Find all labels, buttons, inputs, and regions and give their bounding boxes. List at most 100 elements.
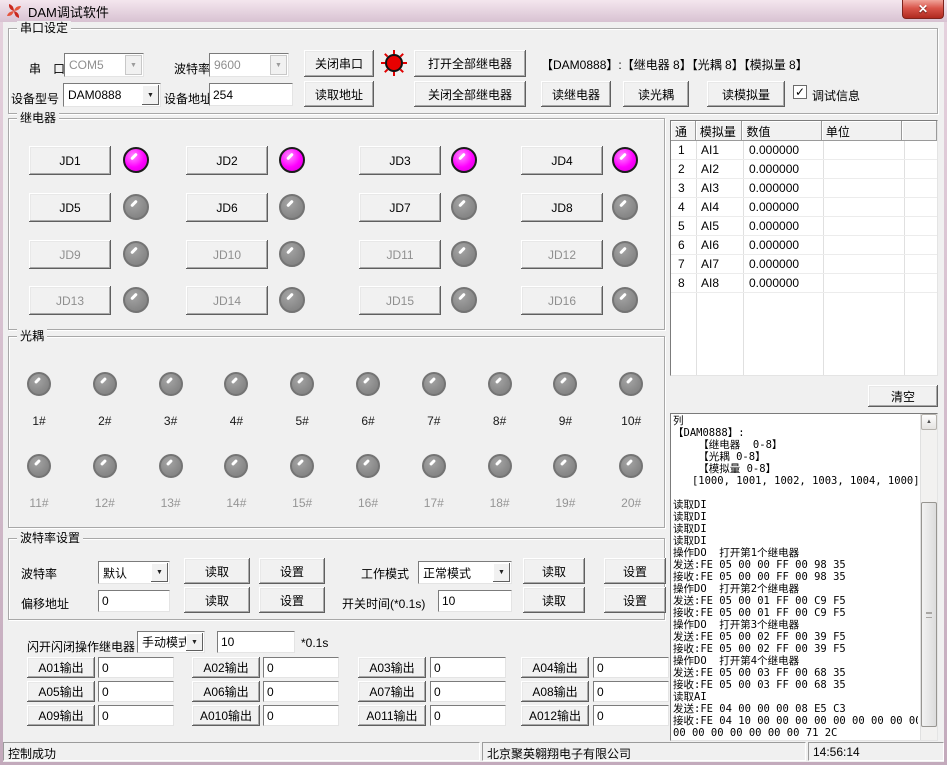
opto-label-1: 1# xyxy=(19,414,59,428)
ao-output-input-a03[interactable] xyxy=(430,657,506,678)
ao-output-button-a07[interactable]: A07输出 xyxy=(358,681,426,702)
ao-output-input-a01[interactable] xyxy=(98,657,174,678)
port-value: COM5 xyxy=(69,58,104,72)
device-model-combobox[interactable]: DAM0888 ▼ xyxy=(63,83,161,107)
ao-output-button-a06[interactable]: A06输出 xyxy=(192,681,260,702)
relay-led-9 xyxy=(123,241,149,267)
ao-output-input-a07[interactable] xyxy=(430,681,506,702)
opto-label-15: 15# xyxy=(282,496,322,510)
workmode-set-button[interactable]: 设置 xyxy=(604,558,666,584)
table-row[interactable]: 7AI70.000000 xyxy=(671,255,937,274)
relay-button-jd9[interactable]: JD9 xyxy=(29,240,111,269)
col-header-analog[interactable]: 模拟量 xyxy=(696,121,743,141)
log-scrollbar[interactable]: ▲ xyxy=(920,414,937,740)
baudrate-value: 9600 xyxy=(214,58,241,72)
opto-label-9: 9# xyxy=(545,414,585,428)
chevron-down-icon[interactable]: ▼ xyxy=(142,85,159,105)
device-address-input[interactable] xyxy=(209,83,293,106)
relay-button-jd2[interactable]: JD2 xyxy=(186,146,268,175)
relay-button-jd14[interactable]: JD14 xyxy=(186,286,268,315)
ao-output-input-a04[interactable] xyxy=(593,657,669,678)
relay-button-jd3[interactable]: JD3 xyxy=(359,146,441,175)
ao-output-input-a06[interactable] xyxy=(263,681,339,702)
baud-set-button[interactable]: 设置 xyxy=(259,558,325,584)
col-header-unit[interactable]: 单位 xyxy=(822,121,902,141)
relay-button-jd8[interactable]: JD8 xyxy=(521,193,603,222)
col-header-channel[interactable]: 通 xyxy=(671,121,696,141)
scrollbar-thumb[interactable] xyxy=(921,502,937,727)
relay-button-jd13[interactable]: JD13 xyxy=(29,286,111,315)
ao-output-input-a010[interactable] xyxy=(263,705,339,726)
ao-output-button-a010[interactable]: A010输出 xyxy=(192,705,260,726)
chevron-down-icon: ▼ xyxy=(270,55,287,75)
close-icon: ✕ xyxy=(918,2,928,16)
ao-output-button-a09[interactable]: A09输出 xyxy=(27,705,95,726)
workmode-read-button[interactable]: 读取 xyxy=(523,558,585,584)
debug-info-checkbox[interactable]: ✓ xyxy=(793,85,807,99)
close-all-relays-button[interactable]: 关闭全部继电器 xyxy=(414,81,526,107)
relay-button-jd15[interactable]: JD15 xyxy=(359,286,441,315)
ao-output-input-a08[interactable] xyxy=(593,681,669,702)
baudrate-label: 波特率 xyxy=(174,60,210,77)
ao-output-input-a011[interactable] xyxy=(430,705,506,726)
baud-read-button[interactable]: 读取 xyxy=(184,558,250,584)
ao-output-button-a04[interactable]: A04输出 xyxy=(521,657,589,678)
table-row[interactable]: 5AI50.000000 xyxy=(671,217,937,236)
ao-output-input-a09[interactable] xyxy=(98,705,174,726)
ao-output-button-a02[interactable]: A02输出 xyxy=(192,657,260,678)
table-row[interactable]: 2AI20.000000 xyxy=(671,160,937,179)
close-button[interactable]: ✕ xyxy=(902,0,944,19)
col-header-value[interactable]: 数值 xyxy=(742,121,821,141)
debug-log-panel[interactable]: 列 【DAM0888】: 【继电器 0-8】 【光耦 0-8】 【模拟量 0-8… xyxy=(670,413,938,741)
relay-button-jd11[interactable]: JD11 xyxy=(359,240,441,269)
read-analog-button[interactable]: 读模拟量 xyxy=(707,81,785,107)
ao-output-button-a012[interactable]: A012输出 xyxy=(521,705,589,726)
chevron-down-icon[interactable]: ▼ xyxy=(493,563,510,582)
ao-output-button-a01[interactable]: A01输出 xyxy=(27,657,95,678)
switch-read-button[interactable]: 读取 xyxy=(523,587,585,613)
relay-button-jd16[interactable]: JD16 xyxy=(521,286,603,315)
table-row[interactable]: 8AI80.000000 xyxy=(671,274,937,293)
offset-read-button[interactable]: 读取 xyxy=(184,587,250,613)
table-row[interactable]: 4AI40.000000 xyxy=(671,198,937,217)
switch-set-button[interactable]: 设置 xyxy=(604,587,666,613)
ao-output-button-a03[interactable]: A03输出 xyxy=(358,657,426,678)
scroll-up-icon[interactable]: ▲ xyxy=(921,414,937,430)
chevron-down-icon[interactable]: ▼ xyxy=(186,633,203,651)
opto-led-8 xyxy=(488,372,512,396)
read-opto-button[interactable]: 读光耦 xyxy=(623,81,689,107)
ao-output-button-a05[interactable]: A05输出 xyxy=(27,681,95,702)
workmode-combobox[interactable]: 正常模式 ▼ xyxy=(418,561,512,584)
relay-led-8 xyxy=(612,194,638,220)
ao-output-input-a02[interactable] xyxy=(263,657,339,678)
col-header-extra[interactable] xyxy=(902,121,937,141)
relay-button-jd7[interactable]: JD7 xyxy=(359,193,441,222)
offset-address-input[interactable] xyxy=(98,590,170,612)
read-relays-button[interactable]: 读继电器 xyxy=(541,81,611,107)
table-row[interactable]: 3AI30.000000 xyxy=(671,179,937,198)
relay-button-jd1[interactable]: JD1 xyxy=(29,146,111,175)
ao-output-button-a011[interactable]: A011输出 xyxy=(358,705,426,726)
ao-output-button-a08[interactable]: A08输出 xyxy=(521,681,589,702)
ao-output-input-a05[interactable] xyxy=(98,681,174,702)
relay-button-jd4[interactable]: JD4 xyxy=(521,146,603,175)
relay-led-6 xyxy=(279,194,305,220)
relay-button-jd5[interactable]: JD5 xyxy=(29,193,111,222)
read-address-button[interactable]: 读取地址 xyxy=(304,81,374,107)
baud-set-combobox[interactable]: 默认 ▼ xyxy=(98,561,170,584)
close-serial-button[interactable]: 关闭串口 xyxy=(304,50,374,77)
flash-mode-combobox[interactable]: 手动模式 ▼ xyxy=(137,631,205,653)
open-all-relays-button[interactable]: 打开全部继电器 xyxy=(414,50,526,77)
clear-log-button[interactable]: 清空 xyxy=(868,385,938,407)
analog-table[interactable]: 通 模拟量 数值 单位 1AI10.0000002AI20.0000003AI3… xyxy=(670,120,938,376)
table-row[interactable]: 1AI10.000000 xyxy=(671,141,937,160)
ao-output-input-a012[interactable] xyxy=(593,705,669,726)
chevron-down-icon[interactable]: ▼ xyxy=(151,563,168,582)
offset-set-button[interactable]: 设置 xyxy=(259,587,325,613)
table-row[interactable]: 6AI60.000000 xyxy=(671,236,937,255)
relay-button-jd6[interactable]: JD6 xyxy=(186,193,268,222)
flash-time-input[interactable] xyxy=(217,631,295,653)
relay-button-jd10[interactable]: JD10 xyxy=(186,240,268,269)
relay-button-jd12[interactable]: JD12 xyxy=(521,240,603,269)
switch-time-input[interactable] xyxy=(438,590,512,612)
